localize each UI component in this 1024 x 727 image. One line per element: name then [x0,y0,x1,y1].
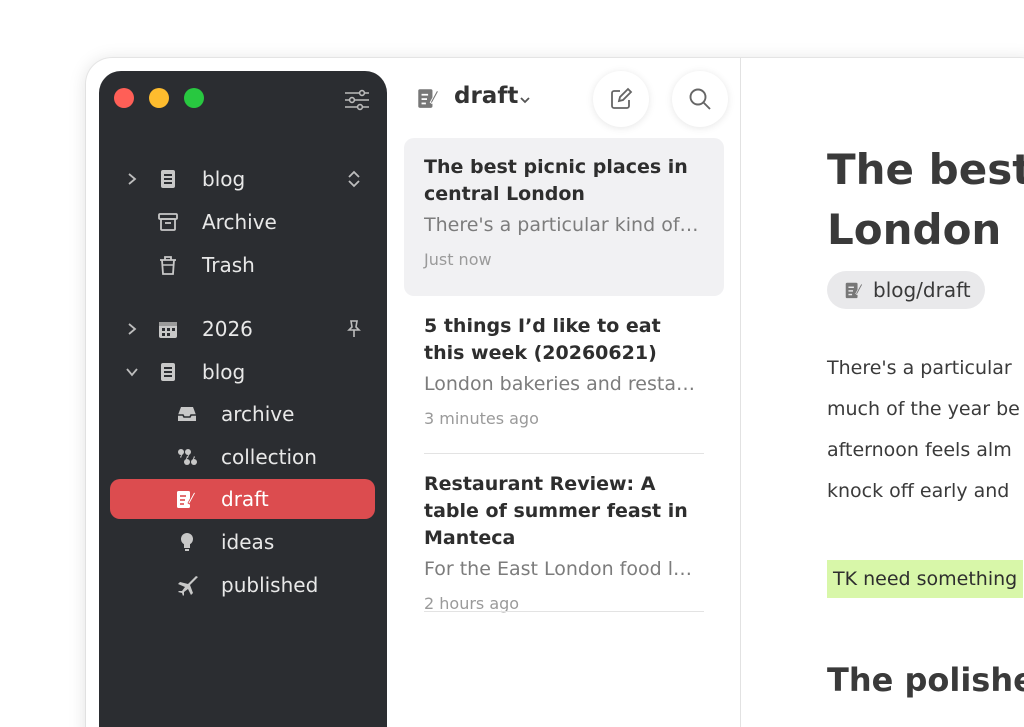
filter-icon[interactable] [343,88,371,112]
note-title: The best picnic places in central London [424,156,688,205]
expand-collapse-icon[interactable] [345,169,363,189]
sidebar-item-collection[interactable]: collection [99,437,387,477]
note-separator [424,453,704,454]
quote-icon [178,449,197,465]
highlighted-text[interactable]: TK need something [827,560,1024,598]
sidebar-item-blog-expanded[interactable]: blog [99,352,387,392]
note-list: draft The best picnic places in central … [387,58,740,727]
tag-label: blog/draft [873,278,971,302]
sidebar-item-label: collection [221,445,317,469]
sidebar-item-published[interactable]: published [99,565,387,605]
note-separator [424,611,704,612]
search-icon [689,88,711,110]
sidebar-item-label: Archive [202,210,277,234]
body-line: There's a particular [827,357,1012,379]
note-snippet: London bakeries and restau… [424,373,704,395]
sidebar-item-archive-root[interactable]: Archive [99,202,387,242]
notebook-icon [161,363,175,381]
lightbulb-icon [181,533,193,551]
section-heading[interactable]: The polishe [827,661,1024,699]
new-note-button[interactable] [593,71,649,127]
sidebar-item-ideas[interactable]: ideas [99,522,387,562]
note-heading-line: London [827,205,1002,254]
sidebar-item-label: blog [202,360,246,384]
sidebar-item-label: ideas [221,530,275,554]
pin-icon[interactable] [345,319,363,339]
sidebar-item-draft[interactable]: draft [110,479,375,519]
sidebar-item-label: published [221,573,319,597]
archive-box-icon [158,213,178,231]
compose-icon [611,87,633,109]
draft-note-icon [418,89,439,108]
note-body[interactable]: There's a particular much of the year be… [827,348,1024,512]
trash-icon [160,256,176,275]
note-item[interactable]: 5 things I’d like to eat this week (2026… [404,297,724,453]
chevron-right-icon[interactable] [125,322,139,336]
sidebar-item-label: 2026 [202,317,253,341]
editor-pane: The best London blog/draft There's a par… [741,58,1024,727]
sidebar-item-label: archive [221,402,295,426]
close-window-button[interactable] [114,88,134,108]
sidebar-item-label: blog [202,167,246,191]
sidebar-item-blog[interactable]: blog [99,159,387,199]
draft-note-icon [177,491,196,508]
chevron-down-icon[interactable] [125,365,139,379]
note-title: 5 things I’d like to eat this week (2026… [424,315,661,364]
draft-note-icon [845,282,863,299]
calendar-icon [159,322,177,338]
note-item[interactable]: Restaurant Review: A table of summer fea… [404,455,724,613]
sidebar-item-trash[interactable]: Trash [99,245,387,285]
inbox-tray-icon [178,407,196,421]
sidebar-item-archive[interactable]: archive [99,394,387,434]
note-time: Just now [424,250,492,269]
sidebar-item-2026[interactable]: 2026 [99,309,387,349]
note-heading[interactable]: The best London [827,140,1024,260]
sidebar: blog Archive Trash 2026 blog archive col… [99,71,387,727]
zoom-window-button[interactable] [184,88,204,108]
sidebar-item-label: Trash [202,253,255,277]
note-title: Restaurant Review: A table of summer fea… [424,473,688,549]
body-line: afternoon feels alm [827,439,1012,461]
body-line: knock off early and [827,480,1010,502]
note-snippet: For the East London food l… [424,558,692,580]
note-item[interactable]: The best picnic places in central London… [404,138,724,296]
notebook-icon [161,170,175,188]
airplane-icon [178,576,198,596]
note-list-header: draft [387,58,740,138]
note-time: 3 minutes ago [424,409,539,428]
minimize-window-button[interactable] [149,88,169,108]
search-button[interactable] [672,71,728,127]
note-heading-line: The best [827,145,1024,194]
tag-pill[interactable]: blog/draft [827,271,985,309]
body-line: much of the year be [827,398,1020,420]
note-snippet: There's a particular kind of j… [424,214,704,236]
chevron-right-icon[interactable] [125,172,139,186]
note-list-title[interactable]: draft [454,83,518,109]
sidebar-item-label: draft [221,487,269,511]
chevron-down-icon[interactable] [518,93,532,107]
